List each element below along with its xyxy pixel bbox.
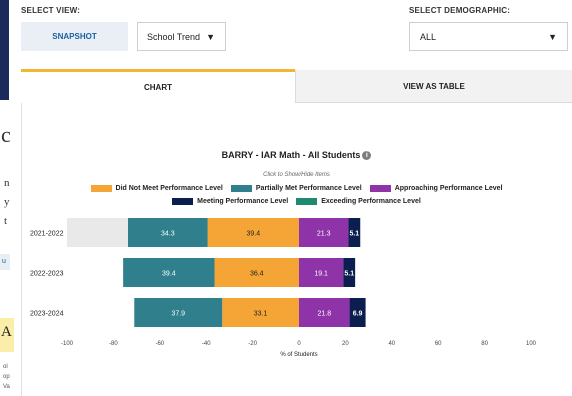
category-label: 2022-2023 <box>30 271 64 278</box>
data-label: 21.3 <box>317 231 331 238</box>
x-tick-label: 60 <box>435 341 442 347</box>
x-tick-label: -100 <box>61 341 74 347</box>
x-tick-label: -60 <box>155 341 164 347</box>
data-label: 6.9 <box>353 311 363 318</box>
x-tick-label: -80 <box>109 341 118 347</box>
category-label: 2023-2024 <box>30 311 64 318</box>
x-tick-label: 80 <box>481 341 488 347</box>
x-tick-label: -20 <box>248 341 257 347</box>
x-tick-label: 20 <box>342 341 349 347</box>
data-label: 39.4 <box>162 271 176 278</box>
x-tick-label: -40 <box>202 341 211 347</box>
category-label: 2021-2022 <box>30 231 64 238</box>
data-label: 5.1 <box>349 231 359 238</box>
x-tick-label: 100 <box>526 341 537 347</box>
x-axis-label: % of Students <box>280 352 317 358</box>
data-label: 34.3 <box>161 231 175 238</box>
data-label: 39.4 <box>246 231 260 238</box>
x-tick-label: 40 <box>388 341 395 347</box>
data-label: 37.9 <box>171 311 185 318</box>
data-label: 19.1 <box>314 271 328 278</box>
data-label: 5.1 <box>344 271 354 278</box>
bar-chart: 2021-2022 39.4 34.3 21.3 5.1 2022-2023 36.4 39.… <box>30 218 537 358</box>
data-label: 36.4 <box>250 271 264 278</box>
data-label: 21.8 <box>317 311 331 318</box>
x-tick-label: 0 <box>297 341 301 347</box>
data-label: 33.1 <box>254 311 268 318</box>
